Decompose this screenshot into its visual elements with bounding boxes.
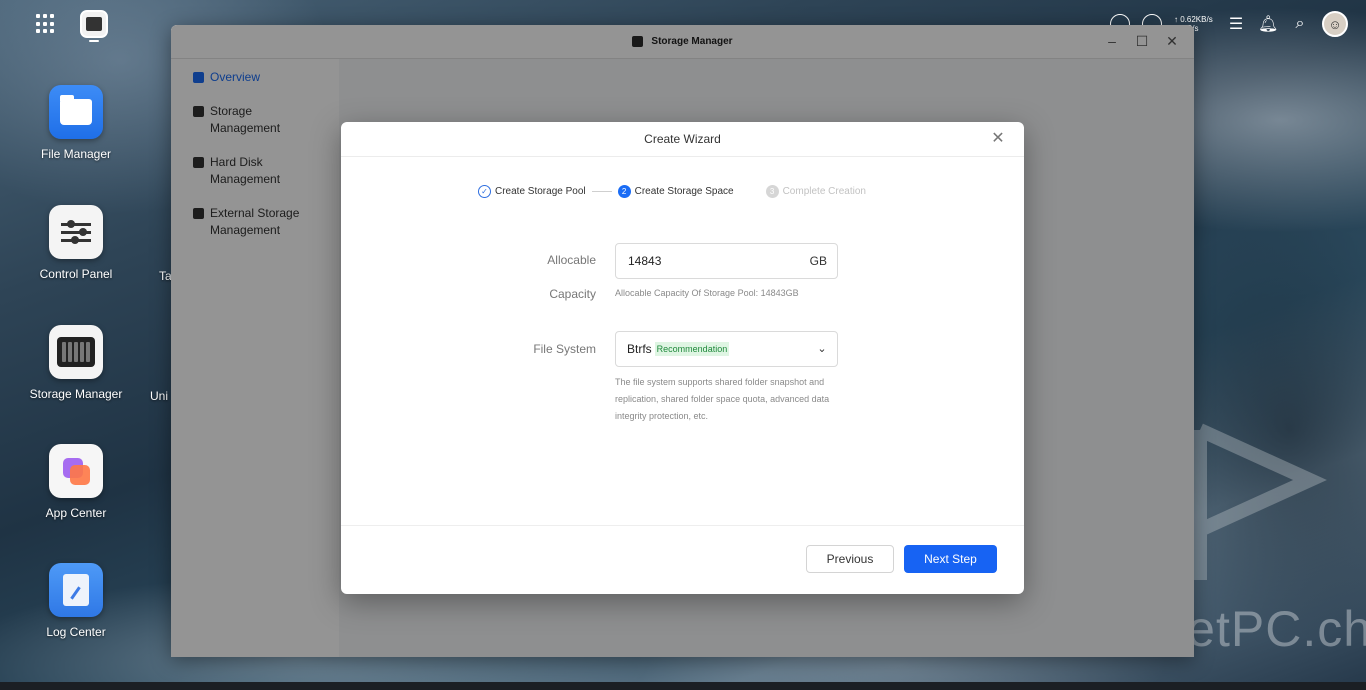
storage-icon bbox=[49, 325, 103, 379]
step-create-storage-space: 2 Create Storage Space bbox=[617, 184, 734, 198]
desktop-app-center[interactable]: App Center bbox=[21, 444, 131, 520]
dialog-header: Create Wizard ✕ bbox=[341, 122, 1024, 157]
desktop-storage-manager[interactable]: Storage Manager bbox=[21, 325, 131, 401]
step-label: Create Storage Space bbox=[634, 185, 734, 197]
step-complete-creation: 3 Complete Creation bbox=[765, 184, 866, 198]
desktop-file-manager[interactable]: File Manager bbox=[21, 85, 131, 161]
step-label: Complete Creation bbox=[782, 185, 866, 197]
capacity-label-line1: Allocable bbox=[547, 253, 596, 267]
taskbar-storage-manager-icon[interactable] bbox=[80, 10, 108, 38]
capacity-unit: GB bbox=[809, 254, 827, 268]
desktop-log-center[interactable]: Log Center bbox=[21, 563, 131, 639]
capacity-label-line2: Capacity bbox=[549, 287, 596, 301]
step-label: Create Storage Pool bbox=[495, 185, 586, 197]
desktop-control-panel[interactable]: Control Panel bbox=[21, 205, 131, 281]
search-icon[interactable]: ⌕ bbox=[1290, 15, 1310, 33]
create-wizard-dialog: Create Wizard ✕ ✓ Create Storage Pool 2 … bbox=[341, 122, 1024, 594]
file-system-value: Btrfs bbox=[627, 342, 652, 356]
close-icon[interactable]: ✕ bbox=[990, 131, 1006, 147]
file-system-hint: The file system supports shared folder s… bbox=[615, 377, 830, 421]
step-number: 3 bbox=[765, 184, 779, 198]
file-system-label: File System bbox=[533, 342, 596, 356]
wizard-steps: ✓ Create Storage Pool 2 Create Storage S… bbox=[478, 183, 866, 199]
previous-button[interactable]: Previous bbox=[806, 545, 894, 573]
step-number: 2 bbox=[617, 184, 631, 198]
bell-icon[interactable]: 🔔︎ bbox=[1258, 14, 1278, 34]
desktop-item-label: Storage Manager bbox=[29, 387, 123, 401]
avatar[interactable]: ☺ bbox=[1322, 11, 1348, 37]
log-icon bbox=[49, 563, 103, 617]
server-icon[interactable]: ☰ bbox=[1226, 14, 1246, 34]
step-create-storage-pool: ✓ Create Storage Pool bbox=[478, 184, 586, 198]
step-separator bbox=[591, 190, 612, 192]
capacity-value: 14843 bbox=[628, 254, 662, 268]
dialog-footer-divider bbox=[341, 525, 1024, 526]
capacity-input[interactable]: 14843 GB bbox=[615, 243, 838, 279]
capacity-hint: Allocable Capacity Of Storage Pool: 1484… bbox=[615, 288, 799, 298]
folder-icon bbox=[49, 85, 103, 139]
sliders-icon bbox=[49, 205, 103, 259]
taskbar-active-indicator bbox=[89, 40, 99, 42]
recommendation-badge: Recommendation bbox=[654, 342, 730, 356]
desktop-item-label: File Manager bbox=[40, 147, 112, 161]
net-speed-up: ↑ 0.62KB/s bbox=[1174, 15, 1213, 24]
desktop-item-label: Log Center bbox=[46, 625, 106, 639]
app-launcher-icon[interactable] bbox=[36, 14, 56, 34]
chevron-down-icon: ⌄ bbox=[817, 343, 827, 355]
desktop-item-label: Control Panel bbox=[39, 267, 113, 281]
next-step-button[interactable]: Next Step bbox=[904, 545, 997, 573]
check-icon: ✓ bbox=[478, 184, 491, 198]
desktop-peek-label: Ta bbox=[159, 269, 172, 283]
desktop-peek-label: Uni bbox=[150, 389, 169, 403]
bottom-strip bbox=[0, 682, 1366, 690]
dialog-title: Create Wizard bbox=[644, 132, 721, 146]
step-separator bbox=[740, 191, 760, 192]
desktop-item-label: App Center bbox=[45, 506, 107, 520]
file-system-select[interactable]: Btrfs Recommendation ⌄ bbox=[615, 331, 838, 367]
app-center-icon bbox=[49, 444, 103, 498]
